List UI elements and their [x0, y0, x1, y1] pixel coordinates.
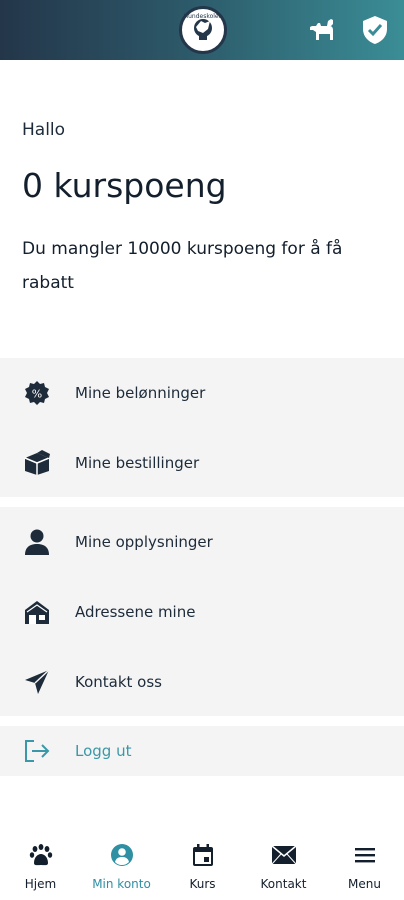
logo-text: Hundeskolen — [183, 13, 223, 20]
calendar-icon — [190, 842, 216, 868]
logo-dog-icon — [194, 19, 212, 40]
menu-item-label: Adressene mine — [75, 603, 196, 621]
menu-item-orders[interactable]: Mine bestillinger — [0, 438, 404, 488]
menu-group-account: Mine opplysninger Adressene mine Kontakt… — [0, 507, 404, 716]
tab-menu[interactable]: Menu — [324, 828, 404, 900]
menu-item-label: Mine belønninger — [75, 384, 206, 402]
svg-text:%: % — [32, 388, 42, 401]
menu-group-logout: Logg ut — [0, 726, 404, 776]
tab-label: Kontakt — [260, 877, 307, 891]
tab-label: Hjem — [24, 877, 57, 891]
tab-contact[interactable]: Kontakt — [243, 828, 324, 900]
tab-label: Kurs — [189, 877, 216, 891]
menu-item-label: Kontakt oss — [75, 673, 162, 691]
package-icon — [22, 448, 52, 478]
percent-badge-icon: % — [22, 378, 52, 408]
logout-icon — [22, 736, 52, 766]
paw-icon — [28, 842, 54, 868]
menu-group-orders: % Mine belønninger Mine bestillinger — [0, 358, 404, 497]
dog-icon[interactable] — [306, 14, 338, 46]
logout-button[interactable]: Logg ut — [0, 726, 404, 776]
points-missing-text: Du mangler 10000 kurspoeng for å få raba… — [22, 239, 343, 293]
menu-item-contact[interactable]: Kontakt oss — [0, 657, 404, 707]
menu-icon — [352, 842, 378, 868]
tab-label: Menu — [348, 877, 381, 891]
points-title: 0 kurspoeng — [22, 166, 227, 205]
person-icon — [22, 527, 52, 557]
shield-check-icon[interactable] — [360, 14, 392, 46]
menu-item-label: Mine bestillinger — [75, 454, 200, 472]
menu-item-profile[interactable]: Mine opplysninger — [0, 517, 404, 567]
bottom-tab-bar: Hjem Min konto Kurs Kontakt Menu — [0, 828, 404, 900]
mail-icon — [271, 842, 297, 868]
greeting: Hallo — [22, 120, 66, 140]
tab-account[interactable]: Min konto — [81, 828, 162, 900]
tab-label: Min konto — [92, 877, 151, 891]
house-icon — [22, 597, 52, 627]
tab-home[interactable]: Hjem — [0, 828, 81, 900]
menu-item-rewards[interactable]: % Mine belønninger — [0, 368, 404, 418]
paper-plane-icon — [22, 667, 52, 697]
app-header: Hundeskolen — [0, 0, 404, 60]
logo[interactable]: Hundeskolen — [179, 6, 227, 54]
account-icon — [109, 842, 135, 868]
menu-item-addresses[interactable]: Adressene mine — [0, 587, 404, 637]
logout-label: Logg ut — [75, 742, 132, 760]
tab-courses[interactable]: Kurs — [162, 828, 243, 900]
menu-item-label: Mine opplysninger — [75, 533, 213, 551]
